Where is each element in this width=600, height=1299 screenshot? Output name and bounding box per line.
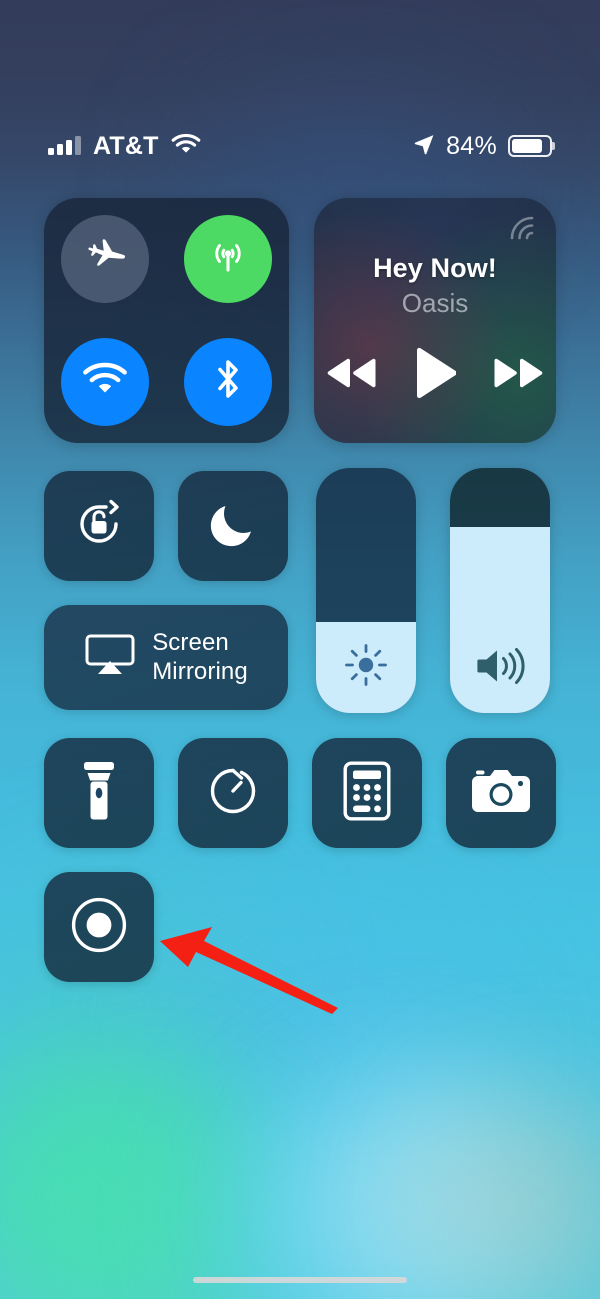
timer-button[interactable] [178,738,288,848]
wallpaper-blob [430,1100,600,1299]
wifi-toggle[interactable] [61,337,150,426]
status-bar: AT&T 84% [0,126,600,166]
wifi-icon [171,133,201,160]
annotation-arrow-icon [160,927,338,1014]
wallpaper-blob [0,1040,240,1299]
wifi-icon [82,361,128,402]
carrier-label: AT&T [93,131,159,160]
do-not-disturb-button[interactable] [178,471,288,581]
track-title: Hey Now! [373,253,497,283]
camera-button[interactable] [446,738,556,848]
bluetooth-icon [213,355,243,408]
cellular-antenna-icon [204,233,252,286]
brightness-slider[interactable] [316,468,416,713]
battery-fill [512,139,543,153]
flashlight-icon [81,760,117,827]
screen-mirroring-label: Screen Mirroring [152,629,248,686]
speaker-waves-icon [450,643,550,689]
screen-recording-button[interactable] [44,872,154,982]
track-artist: Oasis [401,288,469,318]
wallpaper-blob [300,1080,560,1299]
wallpaper-blob [30,1110,280,1299]
ios-control-center-screen: AT&T 84% Hey Now! Oasis Screen Mirroring [0,0,600,1299]
airplay-audio-icon[interactable] [506,212,538,249]
calculator-icon [343,761,391,826]
transport-controls [326,347,544,399]
connectivity-module [44,198,289,443]
flashlight-button[interactable] [44,738,154,848]
rotation-lock-icon [68,493,130,560]
home-indicator[interactable] [193,1277,407,1283]
battery-percent-label: 84% [446,131,497,160]
airplay-screen-icon [84,632,136,683]
status-bar-left: AT&T [48,133,201,160]
timer-icon [204,762,262,825]
location-arrow-icon [413,133,435,160]
camera-icon [470,766,532,821]
brightness-sun-icon [316,641,416,689]
volume-slider[interactable] [450,468,550,713]
cellular-signal-icon [48,136,81,155]
wallpaper-blob [230,1090,530,1299]
rewind-button[interactable] [326,356,378,390]
calculator-button[interactable] [312,738,422,848]
fast-forward-button[interactable] [492,356,544,390]
bluetooth-toggle[interactable] [183,337,272,426]
status-bar-right: 84% [413,133,552,160]
screen-mirroring-label-line2: Mirroring [152,657,248,685]
rotation-lock-button[interactable] [44,471,154,581]
record-icon [70,896,128,959]
airplane-icon [83,235,127,284]
cellular-data-toggle[interactable] [183,215,272,304]
battery-icon [508,135,552,157]
airplane-mode-toggle[interactable] [61,215,150,304]
moon-icon [207,498,259,555]
now-playing-module[interactable]: Hey Now! Oasis [314,198,556,443]
screen-mirroring-label-line1: Screen [152,629,229,657]
play-button[interactable] [414,347,456,399]
wallpaper-blob [170,930,490,1160]
screen-mirroring-button[interactable]: Screen Mirroring [44,605,288,710]
